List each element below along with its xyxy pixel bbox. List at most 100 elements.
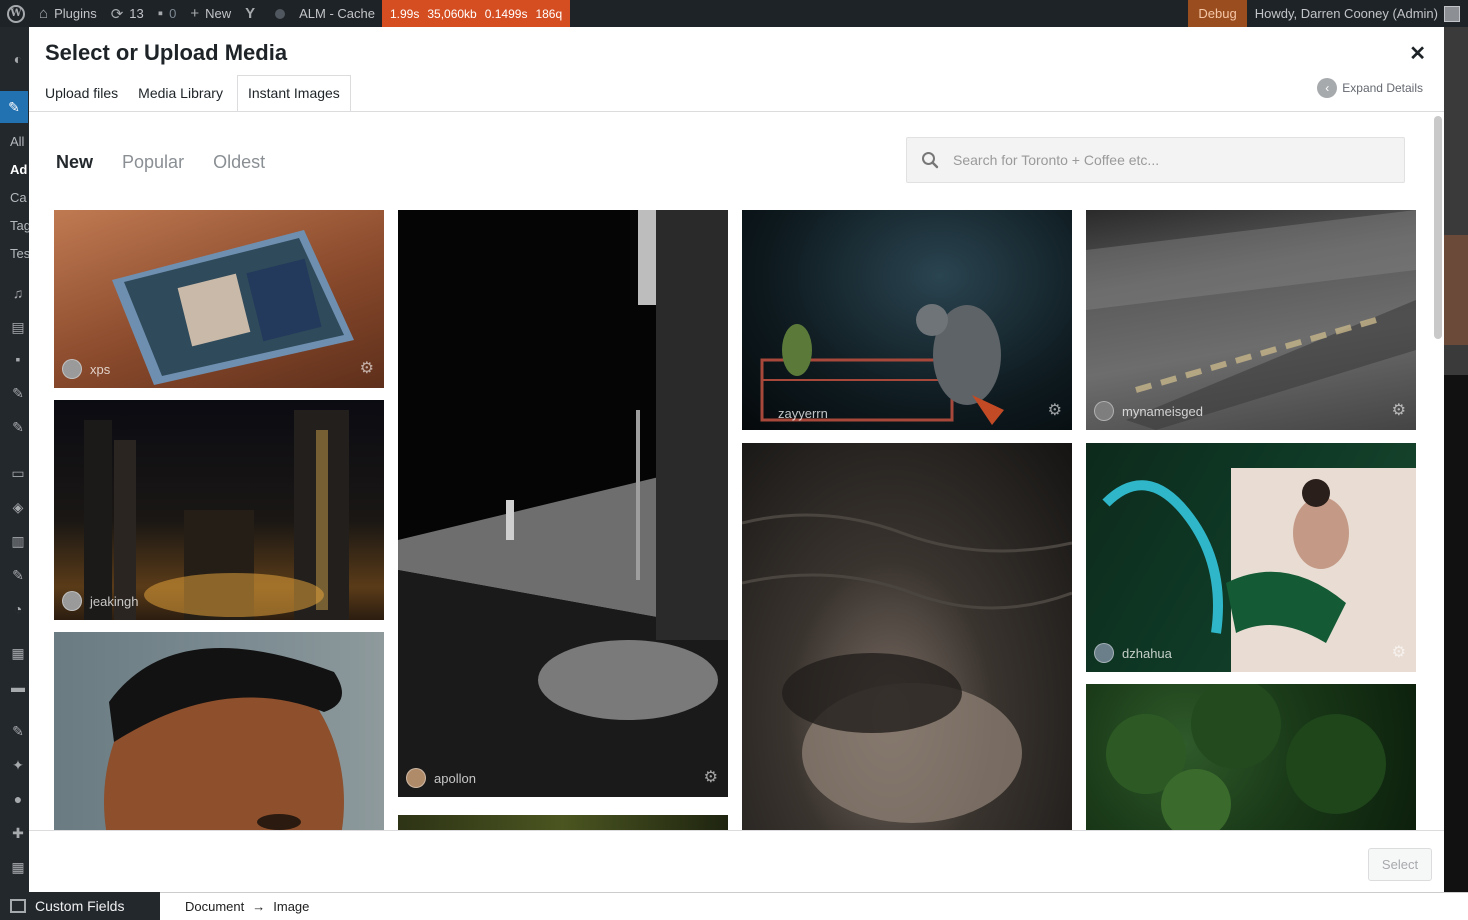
submenu-item-categories[interactable]: Ca [10, 190, 27, 205]
tools-icon[interactable]: ✚ [8, 823, 28, 843]
gear-icon[interactable]: ⚙ [360, 358, 374, 378]
photo-author: jeakingh [62, 591, 138, 611]
filter-oldest[interactable]: Oldest [213, 152, 265, 173]
pin-icon[interactable]: ✎ [8, 565, 28, 585]
debug-label: Debug [1198, 6, 1237, 21]
updates-menu[interactable]: ⟳ 13 [104, 0, 151, 27]
yoast-menu[interactable]: Y [238, 0, 268, 27]
gear-icon[interactable]: ⚙ [1392, 400, 1406, 420]
gear-icon[interactable]: ⚙ [704, 767, 718, 787]
status-dot-menu[interactable] [268, 0, 292, 27]
plugins-icon[interactable]: ✦ [8, 755, 28, 775]
dashboard-icon[interactable]: ◐ [8, 49, 28, 69]
products-icon[interactable]: ◈ [8, 497, 28, 517]
refresh-icon: ⟳ [110, 5, 124, 23]
breadcrumb-image[interactable]: Image [273, 899, 309, 914]
photo-item[interactable]: dzhahua ⚙ [1086, 443, 1416, 672]
alm-cache-label: ALM - Cache [299, 6, 375, 21]
tab-instant-images[interactable]: Instant Images [236, 75, 351, 112]
avatar [1444, 5, 1460, 22]
posts-icon[interactable]: ✎ [0, 91, 28, 123]
photo-author-name: apollon [434, 770, 476, 786]
gear-icon[interactable]: ⚙ [1392, 642, 1406, 662]
account-menu[interactable]: Howdy, Darren Cooney (Admin) [1247, 0, 1468, 27]
photo-item[interactable]: zayyerrn ⚙ [742, 210, 1072, 430]
expand-details-label: Expand Details [1342, 81, 1423, 95]
howdy-label: Howdy, Darren Cooney (Admin) [1254, 6, 1438, 21]
modal-toolbar: Select [29, 830, 1444, 892]
query-monitor-menu[interactable]: 1.99s 35,060kb 0.1499s 186q [381, 0, 571, 27]
pages-icon[interactable]: ▤ [8, 317, 28, 337]
new-label: New [205, 6, 232, 21]
close-icon[interactable]: ✕ [1409, 41, 1426, 66]
filter-popular[interactable]: Popular [122, 152, 184, 173]
site-name-menu[interactable]: ⌂ Plugins [32, 0, 104, 27]
woocommerce-icon[interactable]: ▭ [8, 463, 28, 483]
alm-cache-menu[interactable]: ALM - Cache [292, 0, 382, 27]
photo-item[interactable] [398, 815, 728, 830]
backdrop-image [1444, 235, 1468, 345]
tab-media-library[interactable]: Media Library [132, 75, 229, 112]
photo-author: mynameisged [1094, 401, 1203, 421]
debug-menu[interactable]: Debug [1188, 0, 1247, 27]
media-icon[interactable]: ♫ [8, 283, 28, 303]
comments-count: 0 [169, 6, 177, 21]
select-button[interactable]: Select [1368, 848, 1432, 881]
photo-graffiti [1102, 468, 1416, 672]
settings-icon[interactable]: ▦ [8, 857, 28, 877]
backdrop-image [1444, 375, 1468, 895]
wp-logo-menu[interactable]: W [0, 0, 32, 27]
photo-author: zayyerrn [750, 406, 828, 421]
search-input[interactable] [953, 152, 1383, 168]
photo-item[interactable] [1086, 684, 1416, 830]
folder-icon[interactable]: ▬ [8, 677, 28, 697]
photo-author: dzhahua [1094, 643, 1172, 663]
gear-icon[interactable]: ⚙ [1048, 400, 1062, 420]
photo-item[interactable]: mynameisged ⚙ [1086, 210, 1416, 430]
home-icon: ⌂ [39, 5, 49, 22]
table-icon [10, 899, 26, 913]
marketing-icon[interactable]: ◔ [8, 599, 28, 619]
pin-icon[interactable]: ✎ [8, 417, 28, 437]
pin-icon[interactable]: ✎ [8, 383, 28, 403]
comments-icon[interactable]: ▪ [8, 349, 28, 369]
photo-street [398, 210, 728, 797]
forms-icon[interactable]: ▦ [8, 643, 28, 663]
avatar [1094, 401, 1114, 421]
photo-author-name: dzhahua [1122, 645, 1172, 661]
arrow-right-icon: → [252, 899, 266, 914]
photo-item[interactable]: jeakingh [54, 400, 384, 620]
photo-item[interactable]: apollon ⚙ [398, 210, 728, 797]
tab-upload-files[interactable]: Upload files [39, 75, 124, 112]
submenu-item-add[interactable]: Ad [10, 162, 27, 177]
filter-new[interactable]: New [56, 152, 93, 173]
editor-backdrop [1444, 27, 1468, 920]
photo-portrait [104, 648, 344, 830]
search-icon[interactable] [907, 151, 953, 169]
photo-forest [1106, 684, 1386, 830]
appearance-icon[interactable]: ✎ [8, 721, 28, 741]
new-content-menu[interactable]: + New [183, 0, 238, 27]
submenu-item-tags[interactable]: Tag [10, 218, 31, 233]
photo-underwater [742, 513, 1072, 823]
chevron-left-icon: ‹ [1317, 78, 1338, 98]
site-name: Plugins [54, 6, 97, 21]
updates-count: 13 [129, 6, 144, 21]
media-modal: Select or Upload Media ✕ Upload files Me… [29, 27, 1444, 892]
submenu-item-all[interactable]: All [10, 134, 24, 149]
sidebar-item-custom-fields[interactable]: Custom Fields [0, 893, 160, 919]
photo-item[interactable] [742, 443, 1072, 830]
photo-item[interactable] [54, 632, 384, 830]
expand-details-button[interactable]: ‹ Expand Details [1317, 78, 1423, 98]
scrollbar[interactable] [1434, 116, 1442, 339]
users-icon[interactable]: ● [8, 789, 28, 809]
submenu-item-tes[interactable]: Tes [10, 246, 30, 261]
analytics-icon[interactable]: ▥ [8, 531, 28, 551]
yoast-icon: Y [245, 5, 256, 22]
photo-item[interactable]: xps ⚙ [54, 210, 384, 388]
breadcrumb-document[interactable]: Document [185, 899, 244, 914]
comments-menu[interactable]: ▪ 0 [151, 0, 184, 27]
photo-author-name: zayyerrn [778, 406, 828, 421]
editor-breadcrumb: Document → Image [160, 892, 1468, 920]
admin-bar: W ⌂ Plugins ⟳ 13 ▪ 0 + New Y ALM - Cache… [0, 0, 1468, 27]
